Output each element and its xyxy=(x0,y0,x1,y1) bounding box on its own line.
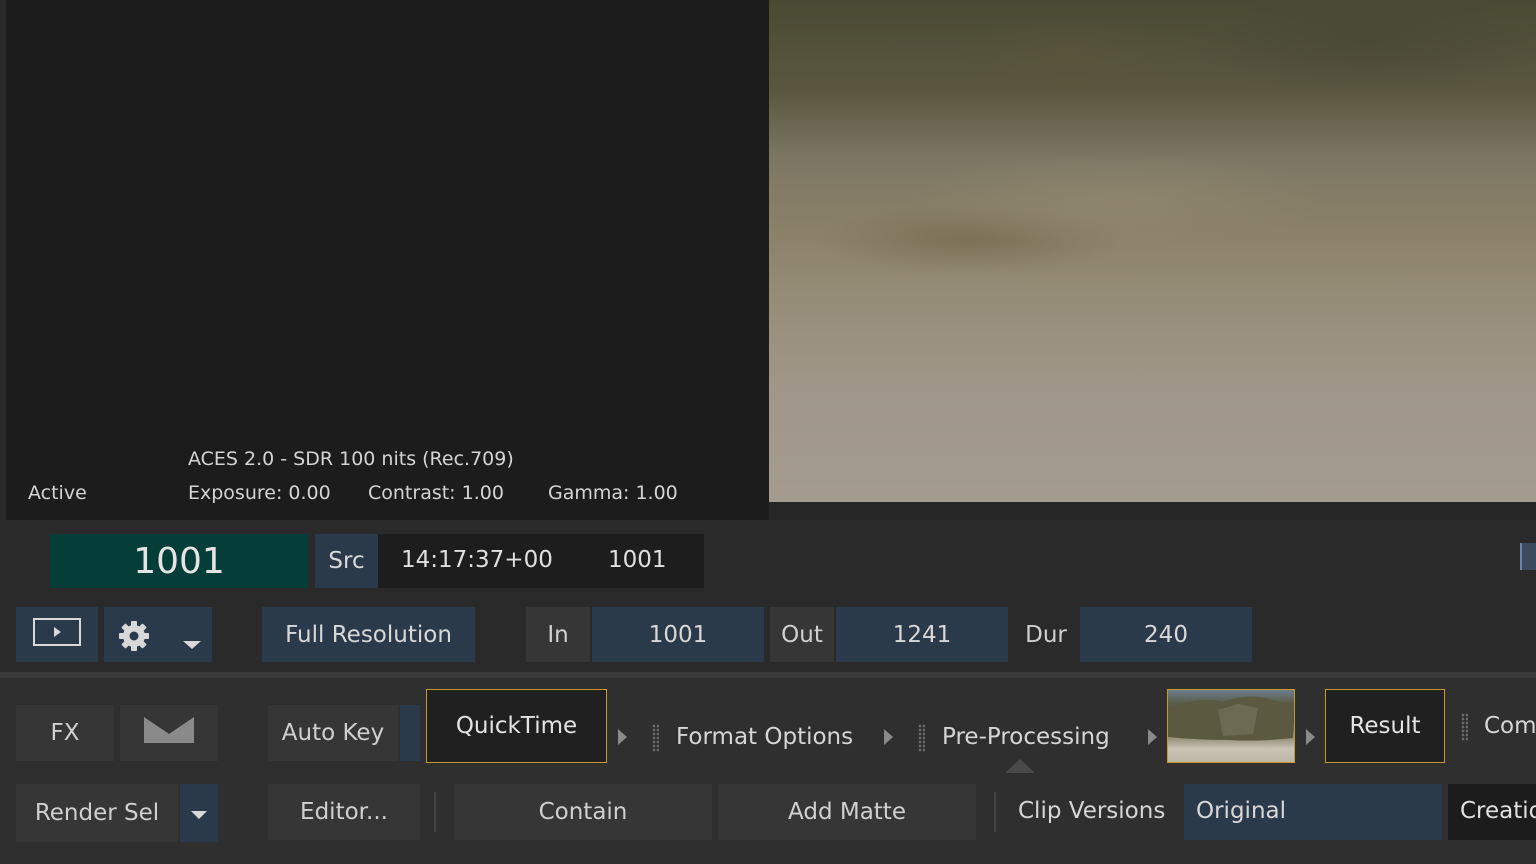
fx-button[interactable]: FX xyxy=(16,705,114,761)
chevron-down-icon[interactable] xyxy=(182,630,202,656)
drag-handle-icon[interactable] xyxy=(652,724,659,752)
chevron-down-icon xyxy=(190,800,208,826)
clip-version-dropdown[interactable]: Original xyxy=(1184,784,1442,840)
timeline-marker[interactable] xyxy=(1520,543,1536,570)
current-frame-field[interactable]: 1001 xyxy=(50,534,308,588)
duration-field[interactable]: 240 xyxy=(1080,607,1252,662)
render-sel-button[interactable]: Render Sel xyxy=(16,784,178,842)
timecode-value: 14:17:37+00 xyxy=(401,547,553,573)
resolution-dropdown[interactable]: Full Resolution xyxy=(262,607,475,662)
pipeline-node-quicktime[interactable]: QuickTime xyxy=(426,689,607,763)
pipeline-node-comp[interactable]: Comp xyxy=(1450,689,1536,763)
comp-label: Comp xyxy=(1484,713,1536,739)
in-point-field[interactable]: 1001 xyxy=(592,607,764,662)
viewer-panel xyxy=(0,0,769,520)
clip-versions-label: Clip Versions xyxy=(1018,798,1166,824)
source-frame-value: 1001 xyxy=(608,547,667,573)
selection-caret-icon xyxy=(1005,759,1035,773)
contrast-label: Contrast: 1.00 xyxy=(368,482,504,504)
src-toggle[interactable]: Src xyxy=(315,534,378,588)
bowtie-icon xyxy=(143,716,195,750)
drag-handle-icon[interactable] xyxy=(1461,713,1468,741)
image-viewer[interactable] xyxy=(769,0,1536,502)
matte-button[interactable] xyxy=(120,705,218,761)
auto-key-button[interactable]: Auto Key xyxy=(268,705,398,761)
arrow-right-icon xyxy=(1148,729,1157,745)
status-label: Active xyxy=(28,482,87,504)
creation-button[interactable]: Creatio xyxy=(1448,784,1536,840)
play-button[interactable] xyxy=(16,607,98,662)
contain-button[interactable]: Contain xyxy=(454,784,712,840)
drag-handle-icon[interactable] xyxy=(918,724,925,752)
separator xyxy=(994,792,996,832)
render-sel-dropdown[interactable] xyxy=(180,784,218,842)
settings-button[interactable] xyxy=(104,607,212,662)
clip-thumbnail[interactable] xyxy=(1167,689,1295,763)
transport-bar xyxy=(0,600,1536,672)
editor-button[interactable]: Editor... xyxy=(268,784,420,840)
arrow-right-icon xyxy=(1306,729,1315,745)
colorspace-label: ACES 2.0 - SDR 100 nits (Rec.709) xyxy=(188,448,514,470)
exposure-label: Exposure: 0.00 xyxy=(188,482,331,504)
gear-icon xyxy=(118,620,150,658)
creation-label: Creatio xyxy=(1460,798,1536,824)
add-matte-button[interactable]: Add Matte xyxy=(718,784,976,840)
separator xyxy=(434,792,436,832)
play-icon xyxy=(33,617,81,652)
out-label[interactable]: Out xyxy=(770,607,834,662)
pipeline-node-pre-processing[interactable]: Pre-Processing xyxy=(942,724,1110,750)
out-point-field[interactable]: 1241 xyxy=(836,607,1008,662)
in-label[interactable]: In xyxy=(526,607,590,662)
pipeline-node-result[interactable]: Result xyxy=(1325,689,1445,763)
arrow-right-icon xyxy=(884,729,893,745)
gamma-label: Gamma: 1.00 xyxy=(548,482,678,504)
clip-version-value: Original xyxy=(1196,798,1287,824)
left-edge-bar xyxy=(0,0,7,590)
dur-label: Dur xyxy=(1025,621,1067,648)
timecode-field[interactable]: 14:17:37+00 1001 xyxy=(378,534,704,588)
auto-key-indicator xyxy=(400,705,420,761)
arrow-right-icon xyxy=(618,729,627,745)
pipeline-node-format-options[interactable]: Format Options xyxy=(676,724,853,750)
